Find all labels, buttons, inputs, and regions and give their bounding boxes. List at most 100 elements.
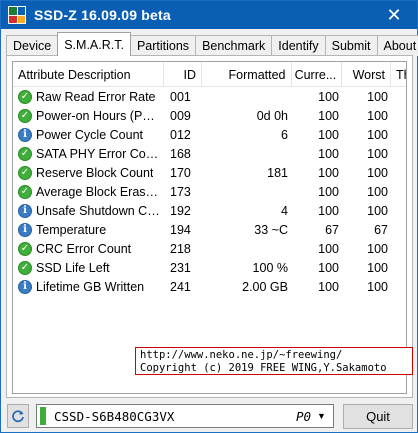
cell-id: 241 — [170, 279, 191, 294]
cell-formatted — [203, 182, 293, 201]
table-row[interactable]: ✓ Reserve Block Count 170 181 100 100 — [13, 163, 406, 182]
cell-attribute: i Unsafe Shutdown Cou... — [13, 201, 165, 220]
cell-attribute: ✓ Average Block Erase Co... — [13, 182, 165, 201]
cell-worst: 100 — [367, 241, 388, 256]
cell-attribute: ✓ Reserve Block Count — [13, 163, 165, 182]
table-row[interactable]: ✓ Average Block Erase Co... 173 100 100 — [13, 182, 406, 201]
cell-current: 67 — [325, 222, 339, 237]
column-header-current[interactable]: Curre... — [292, 62, 343, 87]
drive-port: P0 — [295, 408, 311, 424]
table-row[interactable]: ✓ Raw Read Error Rate 001 100 100 — [13, 87, 406, 106]
cell-attribute: i Power Cycle Count — [13, 125, 165, 144]
title-bar[interactable]: SSD-Z 16.09.09 beta ✕ — [1, 1, 417, 29]
cell-id: 168 — [170, 146, 191, 161]
table-row[interactable]: i Temperature 194 33 ~C 67 67 — [13, 220, 406, 239]
info-circle-icon: i — [18, 279, 32, 294]
attribute-name: Reserve Block Count — [36, 165, 154, 180]
cell-worst: 100 — [367, 165, 388, 180]
attribute-name: SSD Life Left — [36, 260, 110, 275]
cell-worst: 100 — [367, 127, 388, 142]
table-row[interactable]: i Power Cycle Count 012 6 100 100 — [13, 125, 406, 144]
cell-current: 100 — [318, 260, 339, 275]
cell-id: 170 — [170, 165, 191, 180]
copyright-overlay: http://www.neko.ne.jp/~freewing/ Copyrig… — [135, 347, 413, 375]
cell-current: 100 — [318, 184, 339, 199]
close-button[interactable]: ✕ — [371, 1, 417, 29]
tab-partitions[interactable]: Partitions — [129, 35, 197, 56]
cell-id: 009 — [170, 108, 191, 123]
refresh-icon — [12, 410, 24, 423]
cell-attribute: ✓ CRC Error Count — [13, 239, 165, 258]
attribute-name: Power-on Hours (POH) — [36, 108, 160, 123]
cell-formatted: 100 % — [252, 260, 288, 275]
attribute-name: Lifetime GB Written — [36, 279, 145, 294]
close-icon: ✕ — [386, 4, 402, 25]
tab-about[interactable]: About — [376, 35, 418, 56]
cell-current: 100 — [318, 165, 339, 180]
check-circle-icon: ✓ — [18, 165, 32, 180]
drive-name: CSSD-S6B480CG3VX — [54, 408, 175, 424]
check-circle-icon: ✓ — [18, 89, 32, 104]
column-header-worst[interactable]: Worst — [342, 62, 392, 87]
column-header-threshold[interactable]: Thre — [391, 62, 406, 87]
cell-formatted — [203, 87, 293, 106]
cell-attribute: ✓ Raw Read Error Rate — [13, 87, 165, 106]
cell-id: 012 — [170, 127, 191, 142]
table-row[interactable]: i Unsafe Shutdown Cou... 192 4 100 100 — [13, 201, 406, 220]
cell-formatted — [203, 144, 293, 163]
attribute-name: CRC Error Count — [36, 241, 132, 256]
cell-id: 192 — [170, 203, 191, 218]
cell-id: 231 — [170, 260, 191, 275]
column-header-attribute[interactable]: Attribute Description — [13, 62, 165, 87]
info-circle-icon: i — [18, 127, 32, 142]
cell-formatted: 4 — [281, 203, 288, 218]
cell-formatted: 0d 0h — [256, 108, 288, 123]
refresh-button[interactable] — [7, 404, 29, 428]
app-icon — [8, 6, 26, 24]
attribute-name: Raw Read Error Rate — [36, 89, 156, 104]
cell-formatted: 2.00 GB — [242, 279, 288, 294]
attribute-name: SATA PHY Error Count — [36, 146, 160, 161]
cell-worst: 100 — [367, 146, 388, 161]
cell-current: 100 — [318, 203, 339, 218]
list-body: ✓ Raw Read Error Rate 001 100 100 ✓ Power-on H… — [13, 87, 406, 296]
cell-attribute: ✓ Power-on Hours (POH) — [13, 106, 165, 125]
cell-formatted — [203, 239, 293, 258]
website-url: http://www.neko.ne.jp/~freewing/ — [140, 349, 343, 361]
ssdz-window: SSD-Z 16.09.09 beta ✕ Device S.M.A.R.T. … — [0, 0, 418, 433]
list-header: Attribute Description ID Formatted Curre… — [13, 62, 406, 87]
chevron-down-icon: ▼ — [317, 411, 326, 421]
tab-identify[interactable]: Identify — [271, 35, 326, 56]
column-header-formatted[interactable]: Formatted — [202, 62, 292, 87]
cell-worst: 100 — [367, 203, 388, 218]
tab-device[interactable]: Device — [6, 35, 59, 56]
table-row[interactable]: ✓ CRC Error Count 218 100 100 — [13, 239, 406, 258]
cell-worst: 67 — [374, 222, 388, 237]
column-header-id[interactable]: ID — [164, 62, 202, 87]
tab-benchmark[interactable]: Benchmark — [195, 35, 273, 56]
cell-id: 218 — [170, 241, 191, 256]
cell-current: 100 — [318, 146, 339, 161]
check-circle-icon: ✓ — [18, 260, 32, 275]
cell-id: 194 — [170, 222, 191, 237]
cell-attribute: i Lifetime GB Written — [13, 277, 165, 296]
cell-worst: 100 — [367, 184, 388, 199]
attribute-name: Average Block Erase Co... — [36, 184, 160, 199]
tab-submit[interactable]: Submit — [324, 35, 378, 56]
drive-select[interactable]: CSSD-S6B480CG3VX P0 ▼ — [36, 404, 334, 428]
table-row[interactable]: ✓ Power-on Hours (POH) 009 0d 0h 100 100 — [13, 106, 406, 125]
table-row[interactable]: i Lifetime GB Written 241 2.00 GB 100 100 — [13, 277, 406, 296]
drive-status-indicator — [40, 407, 46, 425]
tab-smart[interactable]: S.M.A.R.T. — [57, 32, 131, 56]
table-row[interactable]: ✓ SATA PHY Error Count 168 100 100 — [13, 144, 406, 163]
table-row[interactable]: ✓ SSD Life Left 231 100 % 100 100 — [13, 258, 406, 277]
cell-formatted: 181 — [267, 165, 288, 180]
smart-attribute-list[interactable]: Attribute Description ID Formatted Curre… — [12, 61, 407, 394]
check-circle-icon: ✓ — [18, 241, 32, 256]
cell-attribute: ✓ SSD Life Left — [13, 258, 165, 277]
copyright-text: Copyright (c) 2019 FREE WING,Y.Sakamoto — [140, 362, 387, 374]
cell-formatted: 6 — [281, 127, 288, 142]
cell-current: 100 — [318, 127, 339, 142]
cell-current: 100 — [318, 241, 339, 256]
quit-button[interactable]: Quit — [343, 404, 413, 429]
